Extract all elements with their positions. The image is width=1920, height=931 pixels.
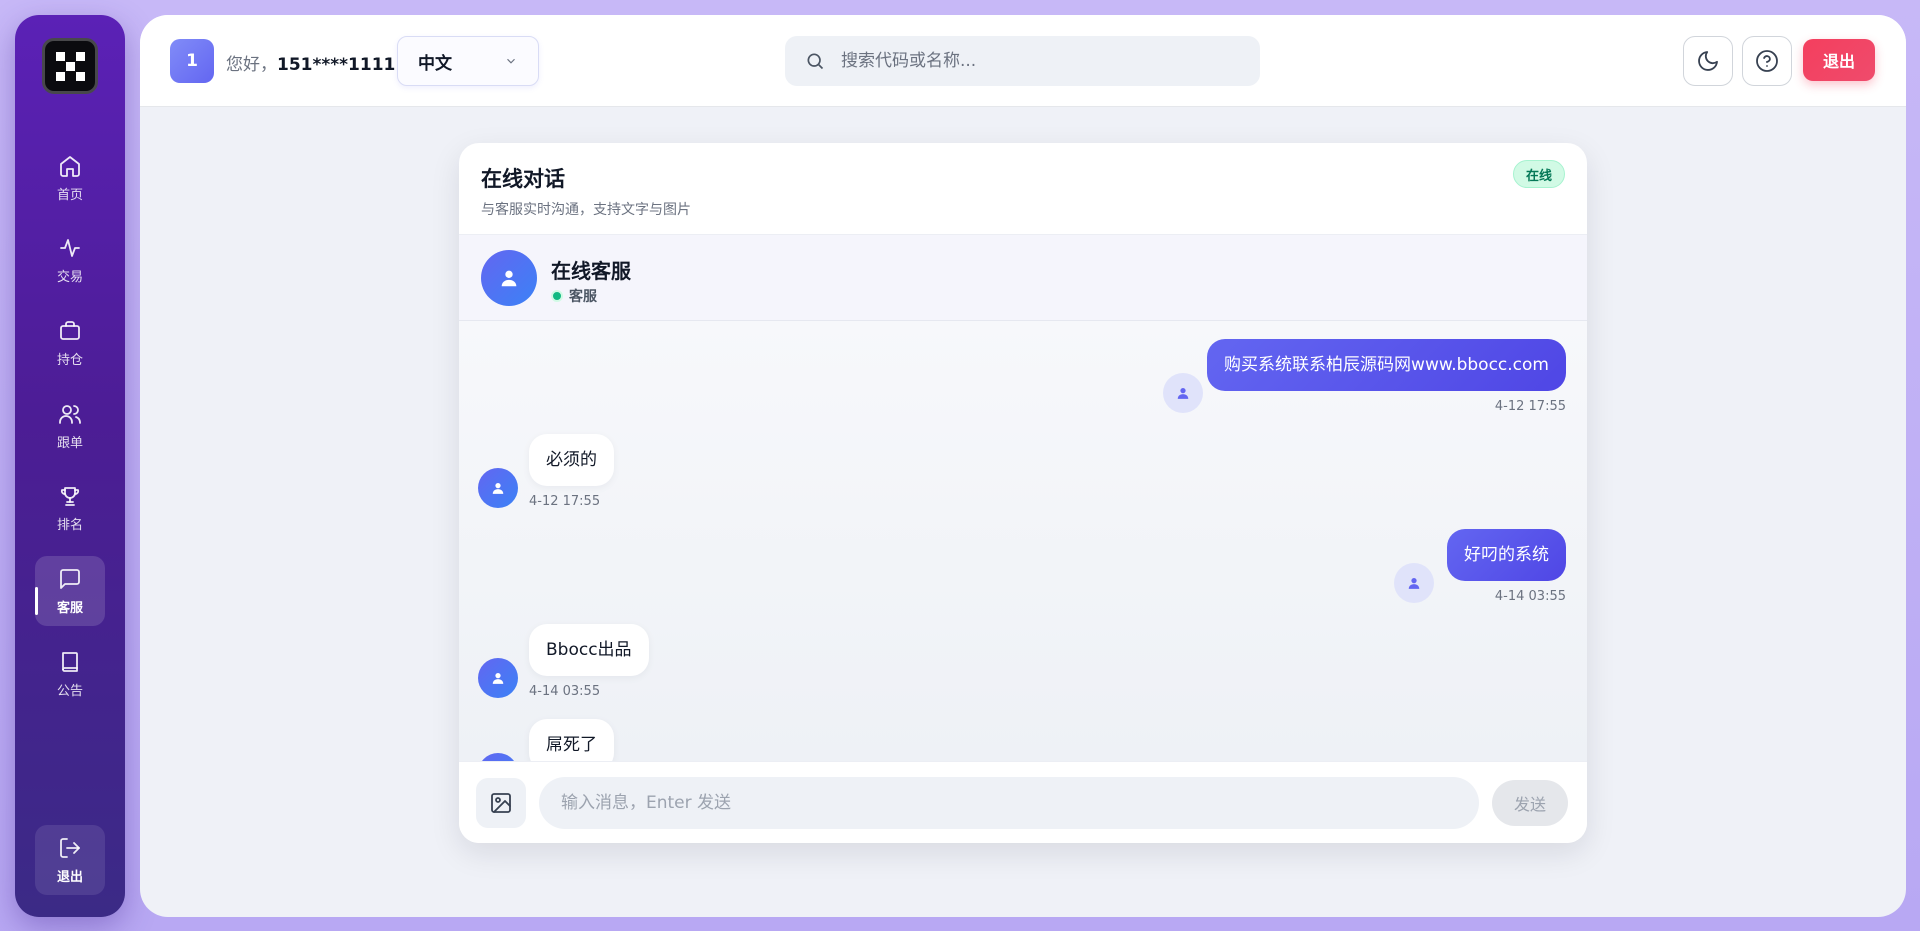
book-icon bbox=[62, 651, 78, 672]
sidebar-item-label: 公告 bbox=[56, 683, 83, 699]
message-bubble-in: 屌死了 bbox=[529, 719, 614, 761]
sidebar-item-copy-trade[interactable]: 跟单 bbox=[35, 391, 105, 461]
message-text: 好叼的系统 bbox=[1447, 529, 1566, 581]
message-input[interactable] bbox=[539, 777, 1479, 829]
user-icon bbox=[492, 483, 504, 494]
activity-icon bbox=[60, 238, 80, 257]
sidebar-item-announcements[interactable]: 公告 bbox=[35, 639, 105, 709]
trophy-icon bbox=[60, 486, 80, 506]
sidebar-item-label: 首页 bbox=[56, 187, 83, 203]
sidebar-item-support[interactable]: 客服 bbox=[35, 556, 105, 626]
chevron-down-icon bbox=[507, 58, 515, 64]
theme-toggle-button[interactable] bbox=[1683, 36, 1733, 86]
home-icon bbox=[60, 155, 80, 177]
online-dot bbox=[551, 290, 563, 302]
username: 151****1111 bbox=[277, 55, 396, 75]
send-button[interactable]: 发送 bbox=[1492, 780, 1568, 826]
user-icon bbox=[492, 673, 504, 684]
logout-icon bbox=[60, 837, 80, 858]
sidebar-item-label: 排名 bbox=[56, 517, 83, 533]
sidebar-item-label: 持仓 bbox=[56, 352, 83, 368]
user-avatar[interactable]: 1 bbox=[170, 39, 214, 83]
message-bubble-out: 购买系统联系柏辰源码网www.bbocc.com bbox=[1207, 339, 1566, 391]
search-icon bbox=[807, 53, 824, 70]
message-text: 必须的 bbox=[529, 434, 614, 486]
sidebar-item-home[interactable]: 首页 bbox=[35, 143, 105, 213]
chat-title: 在线对话 bbox=[481, 167, 565, 191]
user-message-avatar bbox=[1163, 373, 1203, 413]
upload-image-button[interactable] bbox=[476, 778, 526, 828]
logout-button[interactable]: 退出 bbox=[1803, 39, 1875, 81]
agent-avatar bbox=[481, 250, 537, 306]
message-bubble-out: 好叼的系统 bbox=[1447, 529, 1566, 581]
sidebar-item-label: 客服 bbox=[56, 600, 83, 616]
agent-info: 在线客服 客服 bbox=[459, 235, 1587, 321]
message-list[interactable]: 购买系统联系柏辰源码网www.bbocc.com 4-12 17:55 必须的 … bbox=[459, 321, 1587, 761]
message-text: Bbocc出品 bbox=[529, 624, 649, 676]
status-badge: 在线 bbox=[1512, 160, 1565, 188]
search-input[interactable] bbox=[841, 51, 1221, 71]
message-text: 购买系统联系柏辰源码网www.bbocc.com bbox=[1207, 339, 1566, 391]
top-bar: 1 您好，151****1111 中文 退出 bbox=[140, 15, 1906, 107]
help-button[interactable] bbox=[1742, 36, 1792, 86]
sidebar: 首页 交易 持仓 跟单 排名 客服 公告 退出 bbox=[15, 15, 125, 917]
image-icon bbox=[491, 793, 511, 813]
help-circle-icon bbox=[1756, 50, 1778, 72]
agent-name: 在线客服 bbox=[551, 259, 631, 283]
message-bubble-in: 必须的 bbox=[529, 434, 614, 486]
message-bubble-in: Bbocc出品 bbox=[529, 624, 649, 676]
search-bar bbox=[785, 36, 1260, 86]
chat-card: 在线对话 与客服实时沟通，支持文字与图片 在线 在线客服 客服 购买系统联系柏辰… bbox=[459, 143, 1587, 843]
sidebar-logout-button[interactable]: 退出 bbox=[35, 825, 105, 895]
user-icon bbox=[1408, 578, 1420, 589]
message-time: 4-12 17:55 bbox=[529, 494, 601, 509]
logo-mark bbox=[55, 51, 85, 81]
sidebar-item-positions[interactable]: 持仓 bbox=[35, 308, 105, 378]
agent-message-avatar bbox=[478, 468, 518, 508]
user-icon bbox=[1177, 388, 1189, 399]
message-time: 4-14 03:55 bbox=[1494, 589, 1566, 604]
message-square-icon bbox=[60, 568, 80, 589]
sidebar-item-label: 交易 bbox=[56, 269, 83, 285]
chat-subtitle: 与客服实时沟通，支持文字与图片 bbox=[481, 202, 691, 218]
users-icon bbox=[59, 404, 81, 424]
moon-icon bbox=[1698, 51, 1718, 71]
language-value: 中文 bbox=[418, 53, 452, 74]
sidebar-logout-label: 退出 bbox=[56, 869, 83, 885]
message-time: 4-12 17:55 bbox=[1494, 399, 1566, 414]
language-select[interactable]: 中文 bbox=[397, 36, 539, 86]
main-panel: 1 您好，151****1111 中文 退出 在线对话 与客服实时沟通，支持文字… bbox=[140, 15, 1906, 917]
message-text: 屌死了 bbox=[529, 719, 614, 761]
message-composer: 发送 bbox=[459, 761, 1587, 843]
chat-header: 在线对话 与客服实时沟通，支持文字与图片 在线 bbox=[459, 143, 1587, 235]
briefcase-icon bbox=[60, 320, 80, 340]
agent-message-avatar bbox=[478, 753, 518, 761]
user-icon bbox=[501, 270, 517, 287]
sidebar-item-ranking[interactable]: 排名 bbox=[35, 473, 105, 543]
agent-message-avatar bbox=[478, 658, 518, 698]
app-logo[interactable] bbox=[42, 38, 98, 94]
greeting-text: 您好， bbox=[226, 55, 277, 75]
sidebar-item-trade[interactable]: 交易 bbox=[35, 225, 105, 295]
agent-role: 客服 bbox=[551, 286, 597, 306]
sidebar-item-label: 跟单 bbox=[56, 435, 83, 451]
agent-role-label: 客服 bbox=[569, 289, 597, 305]
message-time: 4-14 03:55 bbox=[529, 684, 601, 699]
user-message-avatar bbox=[1394, 563, 1434, 603]
greeting: 您好，151****1111 bbox=[226, 50, 395, 75]
